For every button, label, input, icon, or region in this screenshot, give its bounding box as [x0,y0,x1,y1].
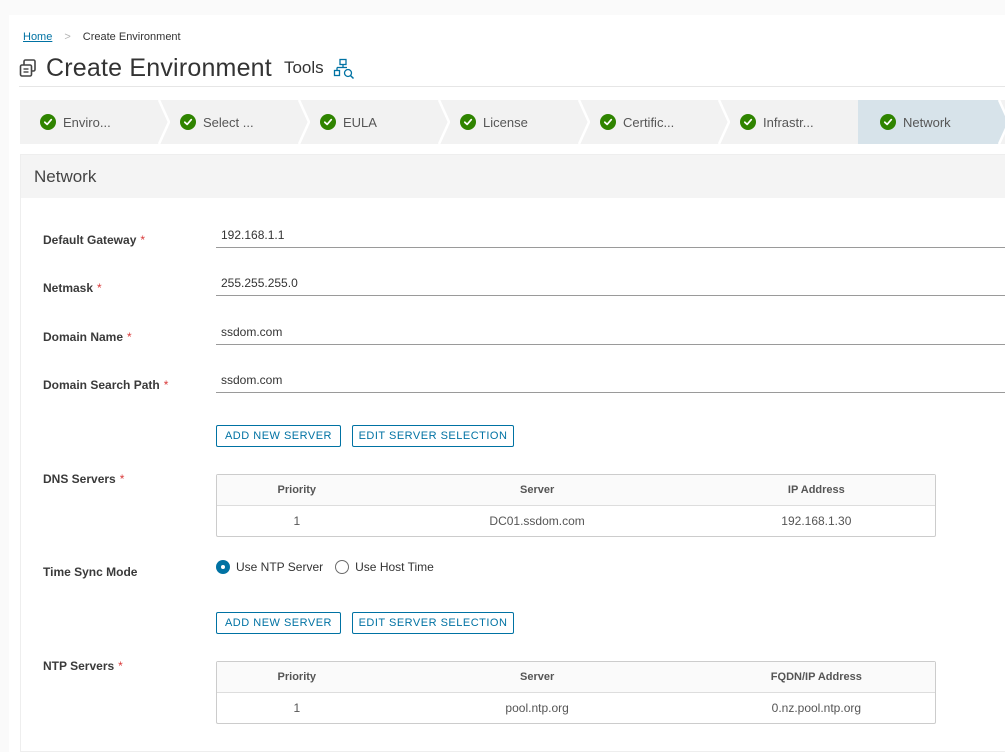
ntp-servers-table: Priority Server FQDN/IP Address 1 pool.n… [216,661,936,724]
table-header: Priority Server IP Address [217,475,935,506]
wizard-step[interactable]: Network [880,100,982,144]
domain-search-path-input[interactable]: ssdom.com [216,371,1005,393]
default-gateway-input[interactable]: 192.168.1.1 [216,226,1005,248]
tools-label: Tools [283,58,324,77]
step-chevron-separator [570,100,590,144]
domain-search-path-label: Domain Search Path * [43,378,169,392]
cell-ip-address: 192.168.1.30 [781,514,852,528]
step-chevron-separator [990,100,1005,144]
required-marker: * [119,472,125,486]
required-marker: * [163,378,169,392]
wizard-step-label: Certific... [623,114,675,130]
time-sync-mode-label: Time Sync Mode [43,565,138,579]
network-section: Network Default Gateway * 192.168.1.1 Net… [20,154,1005,752]
dns-servers-label: DNS Servers * [43,472,125,486]
required-marker: * [127,330,132,344]
wizard-step-label: License [483,114,528,130]
check-circle-icon [180,114,196,130]
step-chevron-separator [710,100,730,144]
ntp-edit-server-selection-button[interactable]: EDIT SERVER SELECTION [352,612,514,634]
column-header-server[interactable]: Server [377,662,698,692]
column-header-ip-address[interactable]: IP Address [698,475,935,505]
time-sync-radio-group: Use NTP Server Use Host Time [216,560,434,574]
topology-search-icon[interactable] [333,58,355,80]
wizard-step-label: Enviro... [63,114,111,130]
wizard-step[interactable]: EULA [320,100,422,144]
cell-server: pool.ntp.org [505,701,569,715]
dns-add-new-server-button[interactable]: ADD NEW SERVER [216,425,341,447]
column-header-fqdn-ip-address[interactable]: FQDN/IP Address [698,662,935,692]
wizard-step-label: Network [903,114,951,130]
cell-server: DC01.ssdom.com [489,514,585,528]
header-divider [19,86,1005,87]
section-title: Network [21,155,1005,198]
radio-use-host-time[interactable] [335,560,350,574]
ntp-add-new-server-button[interactable]: ADD NEW SERVER [216,612,341,634]
radio-label-use-host-time[interactable]: Use Host Time [355,560,434,574]
breadcrumb-separator: > [64,31,71,43]
dns-edit-server-selection-button[interactable]: EDIT SERVER SELECTION [352,425,514,447]
breadcrumb: Home > Create Environment [23,31,181,43]
table-header: Priority Server FQDN/IP Address [217,662,935,693]
wizard-step[interactable]: Enviro... [40,100,142,144]
wizard-step-label: Infrastr... [763,114,814,130]
breadcrumb-home-link[interactable]: Home [23,31,52,43]
page-header: Create Environment Tools [18,52,355,84]
dns-servers-table: Priority Server IP Address 1 DC01.ssdom.… [216,474,936,537]
wizard-step[interactable]: Select ... [180,100,282,144]
radio-label-use-ntp-server[interactable]: Use NTP Server [236,560,323,574]
default-gateway-label: Default Gateway * [43,233,146,247]
required-marker: * [97,281,102,295]
check-circle-icon [600,114,616,130]
check-circle-icon [40,114,56,130]
radio-use-ntp-server[interactable] [216,560,230,574]
page: Home > Create Environment Create Environ… [9,15,1005,752]
ntp-servers-label: NTP Servers * [43,659,123,673]
check-circle-icon [460,114,476,130]
table-row[interactable]: 1 DC01.ssdom.com 192.168.1.30 [217,506,935,536]
cell-priority: 1 [293,514,301,528]
domain-name-input[interactable]: ssdom.com [216,323,1005,345]
environment-icon [19,59,36,77]
cell-fqdn-ip-address: 0.nz.pool.ntp.org [771,701,862,715]
table-row[interactable]: 1 pool.ntp.org 0.nz.pool.ntp.org [217,693,935,723]
check-circle-icon [320,114,336,130]
wizard-step[interactable]: License [460,100,562,144]
required-marker: * [140,233,146,247]
wizard-step-label: Select ... [203,114,254,130]
domain-name-label: Domain Name * [43,330,132,344]
cell-priority: 1 [293,701,301,715]
step-chevron-separator [290,100,310,144]
check-circle-icon [740,114,756,130]
wizard-stepper: Enviro... Select ... EULA License Certific..… [20,100,1005,144]
wizard-step-label: EULA [343,114,377,130]
check-circle-icon [880,114,896,130]
required-marker: * [118,659,123,673]
wizard-step[interactable]: Infrastr... [740,100,842,144]
breadcrumb-current: Create Environment [82,31,181,43]
column-header-priority[interactable]: Priority [217,662,377,692]
step-chevron-separator [150,100,170,144]
netmask-label: Netmask * [43,281,102,295]
column-header-server[interactable]: Server [377,475,698,505]
netmask-input[interactable]: 255.255.255.0 [216,274,1005,296]
wizard-step[interactable]: Certific... [600,100,702,144]
page-title: Create Environment [46,53,272,82]
column-header-priority[interactable]: Priority [217,475,377,505]
step-chevron-separator [430,100,450,144]
